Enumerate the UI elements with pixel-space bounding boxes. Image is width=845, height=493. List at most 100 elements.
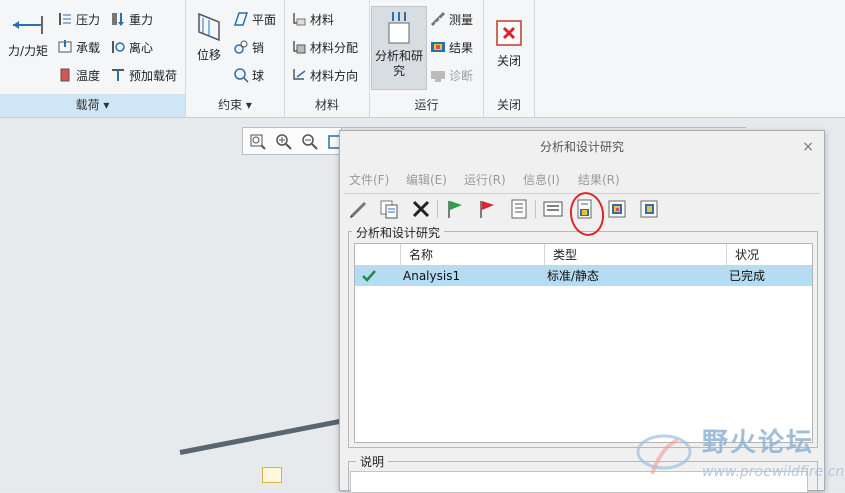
watermark-url: www.proewildfire.cn bbox=[702, 464, 845, 480]
displacement-button[interactable]: 位移 bbox=[190, 8, 228, 74]
displacement-icon bbox=[193, 12, 225, 42]
table-row[interactable]: Analysis1 标准/静态 已完成 bbox=[355, 266, 812, 286]
edit-pencil-icon[interactable] bbox=[348, 198, 370, 220]
menu-file[interactable]: 文件(F) bbox=[349, 169, 389, 191]
pressure-button[interactable]: 压力 bbox=[57, 11, 100, 29]
plane-icon bbox=[233, 11, 249, 27]
close-ribbon-button[interactable]: 关闭 bbox=[490, 18, 528, 74]
preload-label: 预加载荷 bbox=[129, 69, 178, 83]
force-moment-label: 力/力矩 bbox=[7, 44, 49, 58]
constraints-footer-label: 约束 bbox=[218, 98, 243, 112]
loads-group-footer[interactable]: 载荷 ▾ bbox=[0, 94, 185, 117]
material-direction-icon bbox=[291, 67, 307, 83]
analysis-study-label-line2: 究 bbox=[392, 64, 405, 78]
temperature-icon bbox=[57, 67, 73, 83]
toolbar-divider bbox=[535, 200, 536, 218]
results-button[interactable]: 结果 bbox=[430, 39, 473, 57]
material-footer-label: 材料 bbox=[314, 98, 339, 112]
view-toolbar bbox=[242, 127, 342, 155]
material-direction-label: 材料方向 bbox=[310, 69, 359, 83]
diagnose-button[interactable]: 诊断 bbox=[430, 67, 473, 85]
result-view-icon[interactable] bbox=[606, 198, 628, 220]
status-list-icon[interactable] bbox=[508, 198, 530, 220]
close-ribbon-label: 关闭 bbox=[496, 54, 521, 68]
displacement-label: 位移 bbox=[196, 48, 221, 62]
run-group-footer: 运行 bbox=[370, 94, 483, 117]
copy-icon[interactable] bbox=[378, 198, 400, 220]
study-list-label: 分析和设计研究 bbox=[352, 224, 445, 241]
menu-run[interactable]: 运行(R) bbox=[464, 169, 506, 191]
zoom-fit-icon[interactable] bbox=[249, 133, 267, 151]
pressure-label: 压力 bbox=[76, 13, 101, 27]
ribbon: 力/力矩 压力 重力 承载 离心 温度 预加载荷 载荷 ▾ 位移 平面 销 球 … bbox=[0, 0, 845, 118]
material-icon bbox=[291, 11, 307, 27]
table-header-name[interactable]: 名称 bbox=[401, 244, 545, 266]
description-label: 说明 bbox=[356, 453, 389, 470]
temperature-label: 温度 bbox=[76, 69, 101, 83]
temperature-button[interactable]: 温度 bbox=[57, 67, 100, 85]
table-header-blank bbox=[355, 244, 401, 266]
check-mark-icon bbox=[361, 268, 377, 284]
material-button[interactable]: 材料 bbox=[291, 11, 334, 29]
material-assign-button[interactable]: 材料分配 bbox=[291, 39, 358, 57]
watermark: 野火论坛 www.proewildfire.cn bbox=[632, 420, 845, 491]
ball-icon bbox=[233, 67, 249, 83]
analysis-study-icon bbox=[385, 11, 413, 45]
dialog-close-button[interactable]: × bbox=[802, 131, 814, 163]
force-moment-button[interactable]: 力/力矩 bbox=[4, 8, 52, 74]
model-tag-icon[interactable] bbox=[262, 467, 282, 483]
results-icon bbox=[430, 39, 446, 55]
preload-icon bbox=[110, 67, 126, 83]
start-green-flag-icon[interactable] bbox=[444, 198, 466, 220]
run-group: 分析和研 究 测量 结果 诊断 运行 bbox=[370, 0, 484, 117]
material-group-footer: 材料 bbox=[285, 94, 369, 117]
material-label: 材料 bbox=[310, 13, 335, 27]
force-arrow-icon bbox=[11, 12, 45, 38]
dialog-title: 分析和设计研究 bbox=[539, 140, 624, 154]
menu-edit[interactable]: 编辑(E) bbox=[406, 169, 447, 191]
menu-results[interactable]: 结果(R) bbox=[578, 169, 620, 191]
bearing-icon bbox=[57, 39, 73, 55]
loads-group: 力/力矩 压力 重力 承载 离心 温度 预加载荷 载荷 ▾ bbox=[0, 0, 186, 117]
constraints-group: 位移 平面 销 球 约束 ▾ bbox=[186, 0, 285, 117]
pin-label: 销 bbox=[252, 41, 265, 55]
material-direction-button[interactable]: 材料方向 bbox=[291, 67, 358, 85]
study-table[interactable]: 名称 类型 状况 Analysis1 标准/静态 已完成 bbox=[354, 243, 813, 443]
zoom-out-icon[interactable] bbox=[301, 133, 319, 151]
dropdown-arrow-icon: ▾ bbox=[245, 98, 252, 112]
watermark-title: 野火论坛 bbox=[702, 428, 815, 458]
pin-button[interactable]: 销 bbox=[233, 39, 264, 57]
result-compare-icon[interactable] bbox=[638, 198, 660, 220]
close-red-x-icon bbox=[496, 20, 522, 46]
zoom-in-icon[interactable] bbox=[275, 133, 293, 151]
diagnose-label: 诊断 bbox=[449, 69, 474, 83]
toolbar-divider bbox=[437, 200, 438, 218]
ball-button[interactable]: 球 bbox=[233, 67, 264, 85]
summary-report-icon[interactable] bbox=[542, 198, 564, 220]
row-name: Analysis1 bbox=[403, 269, 461, 283]
run-footer-label: 运行 bbox=[414, 98, 439, 112]
analysis-study-button[interactable]: 分析和研 究 bbox=[371, 6, 427, 90]
constraints-group-footer[interactable]: 约束 ▾ bbox=[186, 94, 284, 117]
bearing-label: 承载 bbox=[76, 41, 101, 55]
preload-button[interactable]: 预加载荷 bbox=[110, 67, 177, 85]
delete-x-icon[interactable] bbox=[410, 198, 432, 220]
material-group: 材料 材料分配 材料方向 材料 bbox=[285, 0, 370, 117]
centrifugal-icon bbox=[110, 39, 126, 55]
results-label: 结果 bbox=[449, 41, 474, 55]
bearing-button[interactable]: 承载 bbox=[57, 39, 100, 57]
table-header-status[interactable]: 状况 bbox=[727, 244, 812, 266]
stop-red-flag-icon[interactable] bbox=[476, 198, 498, 220]
close-footer-label: 关闭 bbox=[496, 98, 521, 112]
table-header-type[interactable]: 类型 bbox=[545, 244, 727, 266]
close-group: 关闭 关闭 bbox=[484, 0, 535, 117]
gravity-button[interactable]: 重力 bbox=[110, 11, 153, 29]
pressure-icon bbox=[57, 11, 73, 27]
material-assign-label: 材料分配 bbox=[310, 41, 359, 55]
centrifugal-button[interactable]: 离心 bbox=[110, 39, 153, 57]
measure-button[interactable]: 测量 bbox=[430, 11, 473, 29]
dropdown-arrow-icon: ▾ bbox=[103, 98, 110, 112]
menu-info[interactable]: 信息(I) bbox=[523, 169, 560, 191]
plane-button[interactable]: 平面 bbox=[233, 11, 276, 29]
loads-footer-label: 载荷 bbox=[75, 98, 100, 112]
